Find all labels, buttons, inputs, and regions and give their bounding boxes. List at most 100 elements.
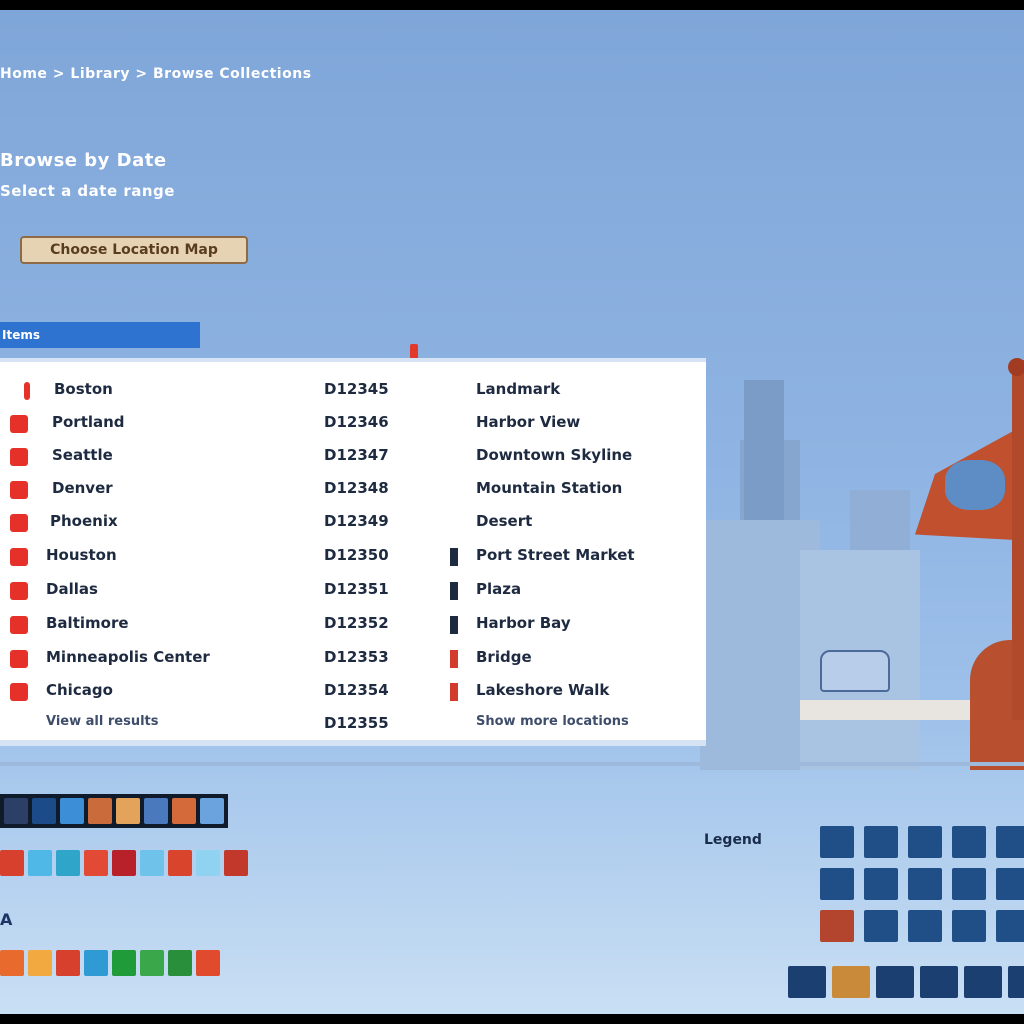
swatch-icon[interactable] [0, 850, 24, 876]
swatch-icon[interactable] [84, 950, 108, 976]
item-name: Baltimore [46, 614, 129, 632]
checkbox-icon[interactable] [10, 616, 28, 634]
item-description: Lakeshore Walk [476, 681, 610, 699]
grid-tile[interactable] [996, 910, 1024, 942]
color-swatch-strip[interactable] [0, 950, 220, 984]
item-description: Mountain Station [476, 479, 623, 497]
section-label: A [0, 910, 13, 929]
item-code: D12352 [324, 614, 389, 632]
swatch-icon[interactable] [196, 950, 220, 976]
list-item[interactable]: Dallas D12351 Plaza [0, 574, 706, 607]
swatch-icon[interactable] [56, 950, 80, 976]
grid-tile[interactable] [952, 910, 986, 942]
checkbox-icon[interactable] [10, 481, 28, 499]
item-description: Bridge [476, 648, 532, 666]
thumbnail-icon[interactable] [88, 798, 112, 824]
swatch-icon[interactable] [168, 850, 192, 876]
grid-tile[interactable] [908, 868, 942, 900]
item-name: Portland [52, 413, 125, 431]
choose-location-button[interactable]: Choose Location Map [20, 236, 248, 264]
thumbnail-icon[interactable] [200, 798, 224, 824]
tab-items[interactable]: Items [0, 322, 200, 348]
swatch-icon[interactable] [28, 850, 52, 876]
swatch-icon[interactable] [112, 850, 136, 876]
grid-tile[interactable] [952, 868, 986, 900]
grid-tile[interactable] [908, 910, 942, 942]
section-divider [0, 762, 1024, 766]
item-description: Downtown Skyline [476, 446, 633, 464]
list-item[interactable]: Baltimore D12352 Harbor Bay [0, 608, 706, 641]
breadcrumb[interactable]: Home > Library > Browse Collections [0, 66, 312, 82]
swatch-icon[interactable] [224, 850, 248, 876]
list-item[interactable]: Denver D12348 Mountain Station [0, 473, 706, 506]
list-item[interactable]: Phoenix D12349 Desert [0, 506, 706, 539]
grid-tile[interactable] [952, 826, 986, 858]
list-item[interactable]: Chicago D12354 Lakeshore Walk [0, 675, 706, 708]
grid-tile[interactable] [964, 966, 1002, 998]
list-item[interactable]: Portland D12346 Harbor View [0, 407, 706, 440]
checkbox-icon[interactable] [10, 448, 28, 466]
flag-icon [450, 582, 458, 600]
grid-tile[interactable] [864, 826, 898, 858]
checkbox-icon[interactable] [10, 650, 28, 668]
thumbnail-strip[interactable] [0, 794, 228, 828]
swatch-icon[interactable] [140, 950, 164, 976]
thumbnail-icon[interactable] [32, 798, 56, 824]
thumbnail-icon[interactable] [4, 798, 28, 824]
item-code: D12349 [324, 512, 389, 530]
grid-tile[interactable] [864, 910, 898, 942]
swatch-icon[interactable] [84, 850, 108, 876]
swatch-icon[interactable] [112, 950, 136, 976]
swatch-icon[interactable] [140, 850, 164, 876]
checkbox-icon[interactable] [10, 582, 28, 600]
grid-tile[interactable] [876, 966, 914, 998]
checkbox-icon[interactable] [10, 548, 28, 566]
item-name: Phoenix [50, 512, 118, 530]
checkbox-icon[interactable] [24, 382, 30, 400]
color-swatch-strip[interactable] [0, 850, 248, 884]
checkbox-icon[interactable] [10, 683, 28, 701]
grid-tile[interactable] [820, 826, 854, 858]
thumbnail-icon[interactable] [116, 798, 140, 824]
grid-tile[interactable] [820, 910, 854, 942]
thumbnail-icon[interactable] [144, 798, 168, 824]
grid-tile[interactable] [832, 966, 870, 998]
swatch-icon[interactable] [56, 850, 80, 876]
checkbox-icon[interactable] [10, 514, 28, 532]
flag-icon [450, 650, 458, 668]
grid-tile[interactable] [996, 868, 1024, 900]
view-all-link[interactable]: View all results [46, 714, 158, 729]
grid-tile[interactable] [788, 966, 826, 998]
item-code: D12355 [324, 714, 389, 732]
pole-cap-shape [1008, 358, 1024, 376]
car-shape [820, 650, 890, 692]
list-item[interactable]: Seattle D12347 Downtown Skyline [0, 440, 706, 473]
swatch-icon[interactable] [0, 950, 24, 976]
swatch-icon[interactable] [196, 850, 220, 876]
flag-icon [450, 616, 458, 634]
grid-tile[interactable] [820, 868, 854, 900]
grid-tile[interactable] [1008, 966, 1024, 998]
grid-tile[interactable] [920, 966, 958, 998]
show-more-link[interactable]: Show more locations [476, 714, 629, 729]
thumbnail-icon[interactable] [172, 798, 196, 824]
grid-tile[interactable] [996, 826, 1024, 858]
list-item[interactable]: Houston D12350 Port Street Market [0, 540, 706, 573]
grid-tile[interactable] [864, 868, 898, 900]
list-item[interactable]: Minneapolis Center D12353 Bridge [0, 642, 706, 675]
grid-tile[interactable] [908, 826, 942, 858]
thumbnail-icon[interactable] [60, 798, 84, 824]
tile-grid [820, 826, 1024, 942]
app-window: Home > Library > Browse Collections Brow… [0, 10, 1024, 1014]
item-name: Seattle [52, 446, 113, 464]
list-item[interactable]: Boston D12345 Landmark [0, 374, 706, 407]
umbrella-inner-shape [945, 460, 1005, 510]
swatch-icon[interactable] [28, 950, 52, 976]
item-description: Desert [476, 512, 533, 530]
list-item[interactable]: View all results D12355 Show more locati… [0, 708, 706, 741]
swatch-icon[interactable] [168, 950, 192, 976]
item-code: D12346 [324, 413, 389, 431]
item-code: D12350 [324, 546, 389, 564]
checkbox-icon[interactable] [10, 415, 28, 433]
item-code: D12353 [324, 648, 389, 666]
